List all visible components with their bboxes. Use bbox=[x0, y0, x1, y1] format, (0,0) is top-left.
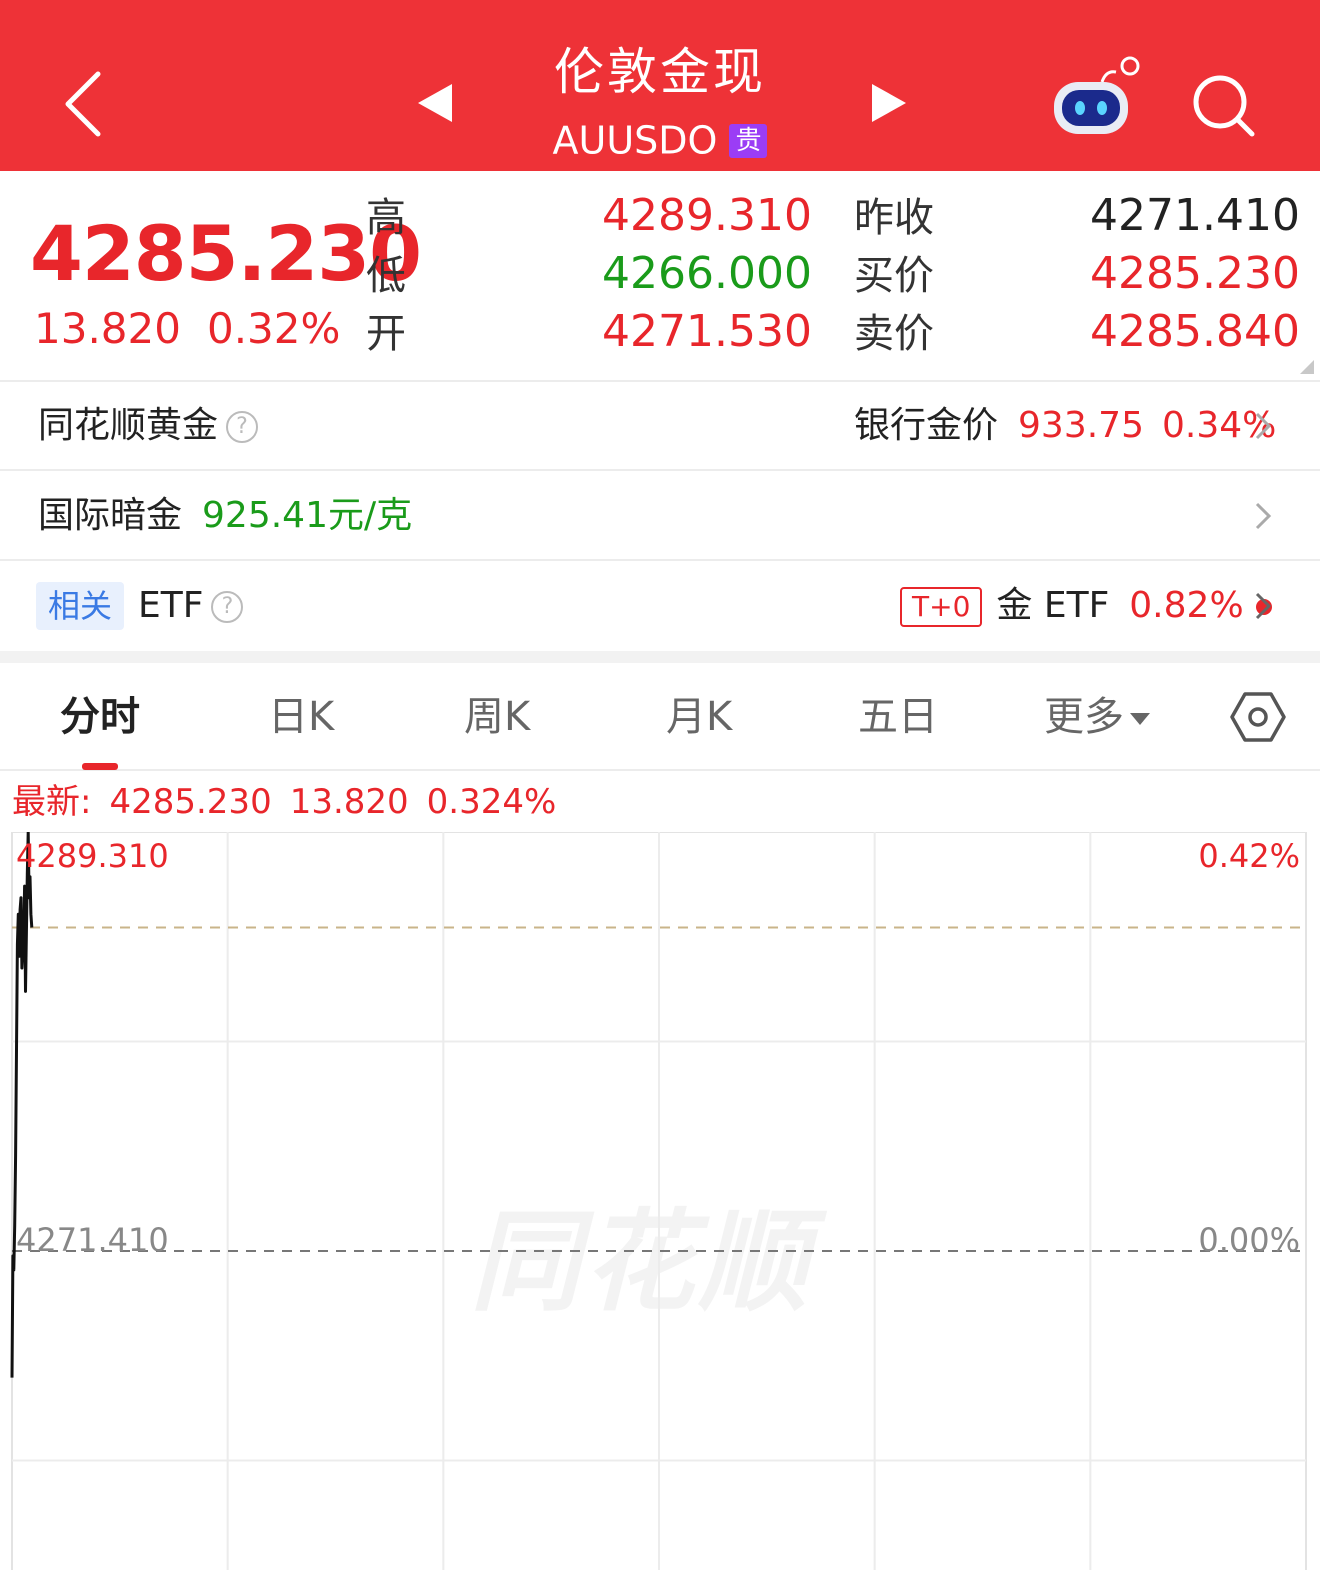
tab-more[interactable]: 更多 bbox=[1044, 691, 1150, 743]
y-axis-right-max-label: 0.42% bbox=[1198, 837, 1300, 875]
precious-metal-badge: 贵 bbox=[729, 123, 768, 158]
etf-label-wrap: 相关 ETF? bbox=[36, 582, 244, 630]
low-label: 低 bbox=[366, 253, 406, 299]
top-bar: 伦敦金现 AUUSDO 贵 bbox=[0, 0, 1320, 171]
chevron-right-icon[interactable] bbox=[1254, 591, 1272, 621]
ths-gold-row[interactable]: 同花顺黄金? 银行金价 933.75 0.34% bbox=[0, 382, 1320, 471]
bank-price-value: 933.75 bbox=[1018, 405, 1144, 446]
last-price: 4285.230 bbox=[30, 209, 422, 298]
tab-five-day[interactable]: 五日 bbox=[858, 691, 938, 743]
chart-period-tabs: 分时 日K 周K 月K 五日 更多 bbox=[0, 663, 1320, 771]
high-value: 4289.310 bbox=[602, 190, 812, 241]
tab-daily-k[interactable]: 日K bbox=[268, 691, 334, 743]
dark-gold-wrap: 国际暗金 925.41元/克 bbox=[38, 492, 412, 540]
page-title: 伦敦金现 bbox=[554, 43, 766, 101]
tab-more-label: 更多 bbox=[1044, 694, 1124, 740]
prev-close-value: 4271.410 bbox=[1090, 190, 1300, 241]
instrument-code-line: AUUSDO 贵 bbox=[460, 114, 860, 165]
open-label: 开 bbox=[366, 311, 406, 357]
caret-down-icon bbox=[1130, 713, 1150, 725]
bid-label: 买价 bbox=[854, 253, 934, 299]
bank-price-wrap: 银行金价 933.75 0.34% bbox=[854, 402, 1276, 450]
ask-label: 卖价 bbox=[854, 311, 934, 357]
price-line-series bbox=[10, 832, 34, 1378]
settings-hexagon-icon[interactable] bbox=[1230, 689, 1286, 745]
instrument-code: AUUSDO bbox=[552, 118, 718, 163]
chevron-right-icon[interactable] bbox=[1254, 501, 1272, 531]
chevron-right-icon[interactable] bbox=[1254, 411, 1272, 441]
related-tag: 相关 bbox=[36, 582, 125, 630]
prev-instrument-icon[interactable] bbox=[416, 82, 456, 124]
section-divider bbox=[0, 651, 1320, 663]
tab-weekly-k[interactable]: 周K bbox=[464, 691, 530, 743]
latest-percent: 0.324% bbox=[426, 782, 557, 822]
latest-price: 4285.230 bbox=[109, 782, 272, 822]
etf-percent: 0.82% bbox=[1129, 585, 1244, 626]
open-value: 4271.530 bbox=[602, 306, 812, 357]
t0-tag: T+0 bbox=[900, 587, 983, 627]
ths-gold-label: 同花顺黄金 bbox=[38, 405, 219, 446]
low-value: 4266.000 bbox=[602, 248, 812, 299]
change-value: 13.820 bbox=[34, 304, 181, 353]
back-arrow-icon[interactable] bbox=[58, 68, 110, 140]
etf-label: ETF bbox=[138, 585, 204, 626]
latest-quote-line: 最新: 4285.230 13.820 0.324% bbox=[12, 780, 574, 824]
change-row: 13.820 0.32% bbox=[34, 303, 366, 355]
y-axis-max-label: 4289.310 bbox=[16, 837, 169, 875]
quote-panel: 4285.230 13.820 0.32% 高 低 开 4289.310 4266… bbox=[0, 171, 1320, 382]
related-etf-row[interactable]: 相关 ETF? T+0 金 ETF 0.82% bbox=[0, 562, 1320, 651]
change-percent: 0.32% bbox=[206, 304, 341, 353]
dark-gold-row[interactable]: 国际暗金 925.41元/克 bbox=[0, 472, 1320, 561]
next-instrument-icon[interactable] bbox=[868, 82, 908, 124]
bid-value: 4285.230 bbox=[1090, 248, 1300, 299]
latest-change: 13.820 bbox=[289, 782, 409, 822]
y-axis-right-mid-label: 0.00% bbox=[1198, 1221, 1300, 1259]
y-axis-mid-label: 4271.410 bbox=[16, 1221, 169, 1259]
prev-close-label: 昨收 bbox=[854, 195, 934, 241]
high-label: 高 bbox=[366, 195, 406, 241]
tab-monthly-k[interactable]: 月K bbox=[666, 691, 732, 743]
dark-gold-value: 925.41元/克 bbox=[202, 495, 413, 536]
tab-intraday[interactable]: 分时 bbox=[60, 691, 140, 743]
robot-assistant-icon[interactable] bbox=[1050, 50, 1146, 142]
dark-gold-label: 国际暗金 bbox=[38, 495, 183, 536]
bank-price-label: 银行金价 bbox=[854, 405, 999, 446]
intraday-chart[interactable]: 同花顺 4289.310 0.42% 4271.410 0.00% bbox=[0, 832, 1320, 1570]
etf-quote-wrap: T+0 金 ETF 0.82% bbox=[900, 582, 1272, 630]
latest-prefix: 最新: bbox=[12, 782, 92, 822]
active-tab-indicator bbox=[82, 763, 118, 770]
ths-gold-label-wrap: 同花顺黄金? bbox=[38, 402, 259, 450]
ask-value: 4285.840 bbox=[1090, 306, 1300, 357]
etf-name: 金 ETF bbox=[996, 585, 1110, 626]
chart-canvas bbox=[10, 832, 1307, 1570]
help-icon[interactable]: ? bbox=[226, 411, 259, 443]
help-icon[interactable]: ? bbox=[211, 591, 244, 623]
expand-corner-icon[interactable] bbox=[1300, 360, 1314, 374]
search-icon[interactable] bbox=[1190, 72, 1256, 138]
